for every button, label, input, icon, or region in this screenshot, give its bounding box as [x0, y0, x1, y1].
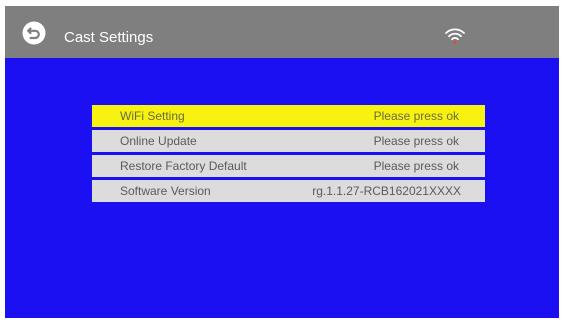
menu-item-label: WiFi Setting [120, 109, 185, 123]
menu-item-value: Please press ok [373, 159, 459, 173]
menu-item-software-version[interactable]: Software Version rg.1.1.27-RCB162021XXXX [92, 180, 485, 202]
header-bar: Cast Settings [5, 6, 559, 58]
page-title: Cast Settings [64, 29, 154, 46]
menu-item-label: Online Update [120, 134, 197, 148]
back-button[interactable] [22, 21, 46, 45]
menu-item-value: Please press ok [373, 134, 459, 148]
menu-item-label: Software Version [120, 184, 211, 198]
menu-item-restore-factory-default[interactable]: Restore Factory Default Please press ok [92, 155, 485, 177]
settings-menu: WiFi Setting Please press ok Online Upda… [92, 105, 485, 205]
wifi-status [444, 26, 466, 46]
software-version-value: rg.1.1.27-RCB162021XXXX [312, 184, 461, 198]
wifi-icon [445, 28, 465, 44]
menu-item-label: Restore Factory Default [120, 159, 247, 173]
menu-item-wifi-setting[interactable]: WiFi Setting Please press ok [92, 105, 485, 127]
back-arrow-icon [22, 21, 46, 45]
menu-item-value: Please press ok [373, 109, 459, 123]
cast-settings-screen: Cast Settings WiFi Setting Please press … [5, 6, 559, 318]
menu-item-online-update[interactable]: Online Update Please press ok [92, 130, 485, 152]
